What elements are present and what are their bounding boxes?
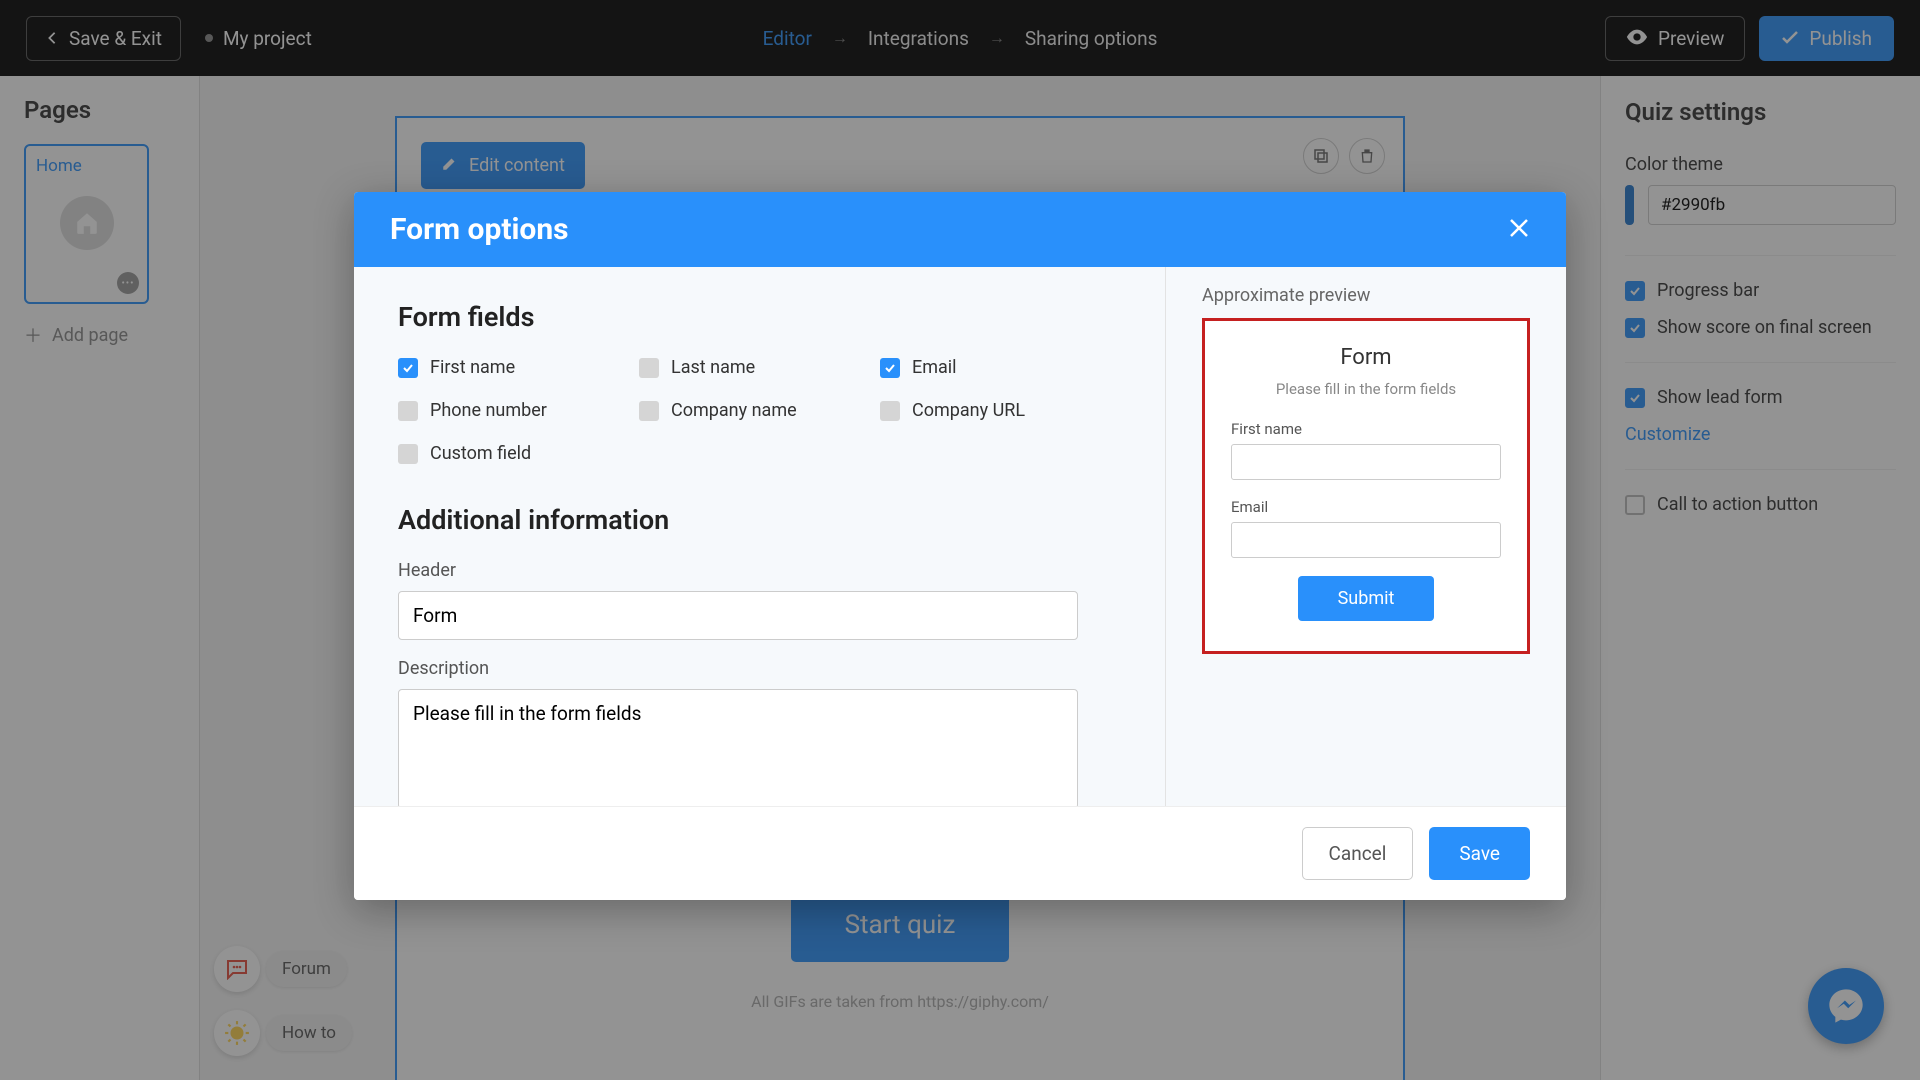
form-fields-heading: Form fields bbox=[398, 301, 1121, 333]
field-phone: Phone number bbox=[430, 400, 547, 421]
form-preview: Form Please fill in the form fields Firs… bbox=[1202, 318, 1530, 654]
checkbox-email[interactable] bbox=[880, 358, 900, 378]
save-button[interactable]: Save bbox=[1429, 827, 1530, 880]
checkbox-last-name[interactable] bbox=[639, 358, 659, 378]
checkbox-custom-field[interactable] bbox=[398, 444, 418, 464]
header-input[interactable] bbox=[398, 591, 1078, 640]
close-icon[interactable] bbox=[1508, 213, 1530, 246]
preview-first-name-input bbox=[1231, 444, 1501, 480]
modal-left-panel[interactable]: Form fields First name Last name Email P… bbox=[354, 267, 1165, 806]
modal-right-panel: Approximate preview Form Please fill in … bbox=[1166, 267, 1566, 806]
preview-email-label: Email bbox=[1231, 498, 1501, 516]
form-options-modal: Form options Form fields First name Last… bbox=[354, 192, 1566, 900]
preview-title: Form bbox=[1231, 345, 1501, 370]
field-company-url: Company URL bbox=[912, 400, 1025, 421]
modal-title: Form options bbox=[390, 212, 569, 247]
preview-first-name-label: First name bbox=[1231, 420, 1501, 438]
description-input-label: Description bbox=[398, 658, 1121, 679]
field-last-name: Last name bbox=[671, 357, 755, 378]
checkbox-phone[interactable] bbox=[398, 401, 418, 421]
checkbox-company-name[interactable] bbox=[639, 401, 659, 421]
field-email: Email bbox=[912, 357, 957, 378]
additional-info-heading: Additional information bbox=[398, 504, 1121, 536]
header-input-label: Header bbox=[398, 560, 1121, 581]
field-company-name: Company name bbox=[671, 400, 797, 421]
checkbox-first-name[interactable] bbox=[398, 358, 418, 378]
approx-preview-label: Approximate preview bbox=[1202, 285, 1530, 306]
modal-overlay: Form options Form fields First name Last… bbox=[0, 0, 1920, 1080]
preview-submit-button: Submit bbox=[1298, 576, 1435, 621]
description-textarea[interactable] bbox=[398, 689, 1078, 806]
cancel-button[interactable]: Cancel bbox=[1302, 827, 1414, 880]
checkbox-company-url[interactable] bbox=[880, 401, 900, 421]
field-custom: Custom field bbox=[430, 443, 531, 464]
preview-email-input bbox=[1231, 522, 1501, 558]
preview-desc: Please fill in the form fields bbox=[1231, 380, 1501, 398]
field-first-name: First name bbox=[430, 357, 515, 378]
